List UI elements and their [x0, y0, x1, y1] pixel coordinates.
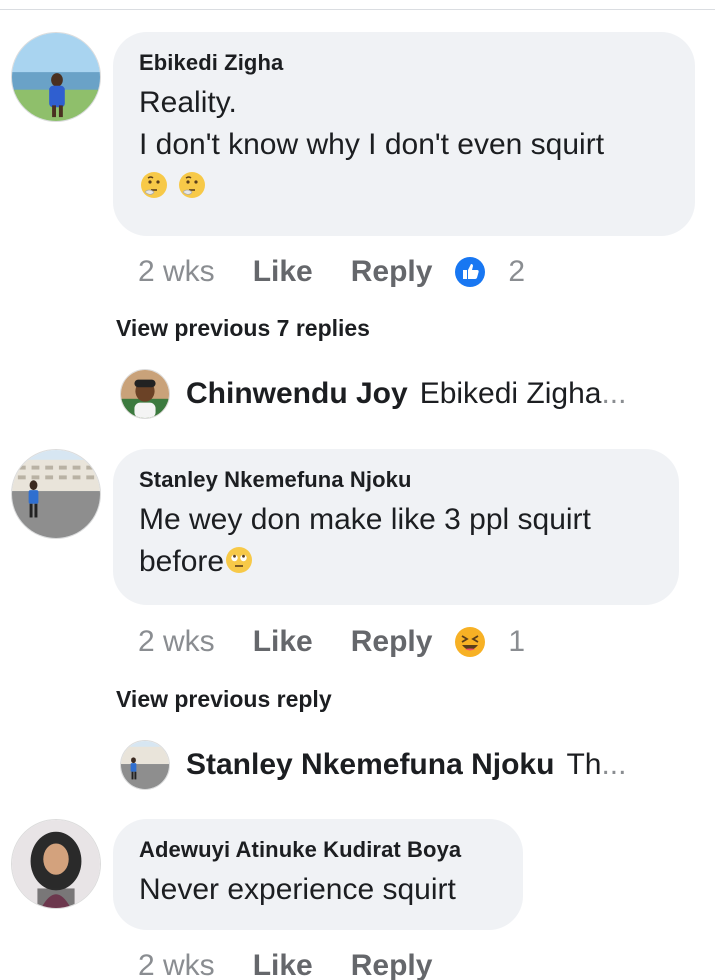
comment-timestamp[interactable]: 2 wks: [138, 625, 215, 659]
reply-snippet: Th: [566, 748, 601, 782]
avatar-chinwendu-joy[interactable]: [120, 369, 170, 419]
avatar-adewuyi-atinuke-kudirat-boya[interactable]: [11, 819, 101, 909]
top-divider: [0, 9, 715, 10]
reply-button[interactable]: Reply: [351, 625, 433, 659]
like-reaction-icon[interactable]: [454, 256, 486, 288]
haha-reaction-icon[interactable]: [454, 626, 486, 658]
comment-text: Me wey don make like 3 ppl squirt before: [139, 499, 653, 583]
comment-timestamp[interactable]: 2 wks: [138, 949, 215, 980]
reply-snippet: Ebikedi Zigha: [420, 377, 602, 411]
reply-ellipsis: ...: [601, 748, 626, 782]
comment-emoji-line: [139, 166, 669, 208]
comment-line: before: [139, 545, 224, 578]
reaction-count[interactable]: 1: [508, 625, 525, 659]
comment-author[interactable]: Ebikedi Zigha: [139, 50, 669, 76]
comment-actions: 2 wks Like Reply 1: [138, 622, 525, 662]
reply-author[interactable]: Stanley Nkemefuna Njoku: [186, 748, 554, 782]
reply-button[interactable]: Reply: [351, 255, 433, 289]
latest-reply-preview[interactable]: Chinwendu Joy Ebikedi Zigha ...: [120, 368, 626, 420]
comment-line: Never experience squirt: [139, 869, 497, 911]
reply-author[interactable]: Chinwendu Joy: [186, 377, 408, 411]
avatar-stanley-nkemefuna-njoku-small[interactable]: [120, 740, 170, 790]
comment-line-with-emoji: before: [139, 541, 653, 583]
comment-line: I don't know why I don't even squirt: [139, 124, 669, 166]
comment-bubble: Adewuyi Atinuke Kudirat Boya Never exper…: [113, 819, 523, 930]
avatar-stanley-nkemefuna-njoku[interactable]: [11, 449, 101, 539]
comment-author[interactable]: Adewuyi Atinuke Kudirat Boya: [139, 837, 497, 863]
reply-button[interactable]: Reply: [351, 949, 433, 980]
like-button[interactable]: Like: [253, 255, 313, 289]
reaction-count[interactable]: 2: [508, 255, 525, 289]
view-previous-replies-link[interactable]: View previous 7 replies: [116, 315, 370, 342]
like-button[interactable]: Like: [253, 949, 313, 980]
view-previous-replies-link[interactable]: View previous reply: [116, 686, 332, 713]
comment-text: Never experience squirt: [139, 869, 497, 911]
comment-text: Reality. I don't know why I don't even s…: [139, 82, 669, 208]
reply-ellipsis: ...: [601, 377, 626, 411]
comment-bubble: Stanley Nkemefuna Njoku Me wey don make …: [113, 449, 679, 605]
thinking-face-emoji-icon: [177, 170, 207, 200]
comment-line: Me wey don make like 3 ppl squirt: [139, 499, 653, 541]
comment-line: Reality.: [139, 82, 669, 124]
latest-reply-preview[interactable]: Stanley Nkemefuna Njoku Th ...: [120, 739, 626, 791]
comment-author[interactable]: Stanley Nkemefuna Njoku: [139, 467, 653, 493]
comment-actions: 2 wks Like Reply: [138, 946, 454, 980]
avatar-ebikedi-zigha[interactable]: [11, 32, 101, 122]
thinking-face-emoji-icon: [139, 170, 169, 200]
like-button[interactable]: Like: [253, 625, 313, 659]
face-with-rolling-eyes-emoji-icon: [224, 545, 254, 575]
comment-actions: 2 wks Like Reply 2: [138, 252, 525, 292]
comment-timestamp[interactable]: 2 wks: [138, 255, 215, 289]
comment-bubble: Ebikedi Zigha Reality. I don't know why …: [113, 32, 695, 236]
